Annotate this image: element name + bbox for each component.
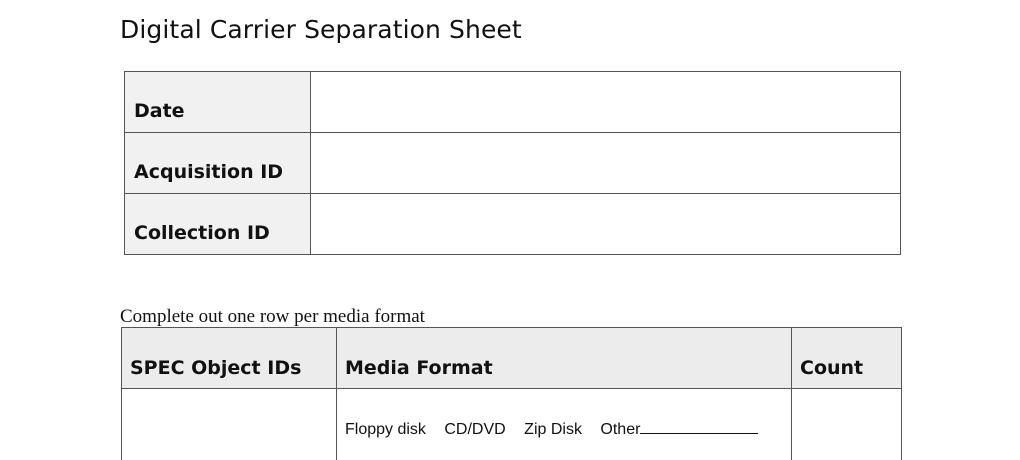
table-header-row: SPEC Object IDs Media Format Count: [121, 327, 902, 389]
acquisition-id-field[interactable]: [310, 132, 901, 194]
format-option-cd-dvd[interactable]: CD/DVD: [444, 421, 505, 438]
date-label: Date: [124, 71, 311, 133]
spec-object-ids-header: SPEC Object IDs: [121, 327, 337, 389]
table-row: Acquisition ID: [124, 132, 901, 194]
media-table: SPEC Object IDs Media Format Count Flopp…: [121, 327, 902, 460]
info-table: Date Acquisition ID Collection ID: [124, 71, 901, 255]
instructions-text: Complete out one row per media format: [120, 306, 425, 327]
format-option-zip-disk[interactable]: Zip Disk: [524, 421, 582, 438]
format-options: Floppy disk CD/DVD Zip Disk Other: [337, 389, 791, 439]
spec-object-ids-cell[interactable]: [121, 388, 337, 460]
media-format-header: Media Format: [336, 327, 792, 389]
media-format-cell: Floppy disk CD/DVD Zip Disk Other: [336, 388, 792, 460]
date-field[interactable]: [310, 71, 901, 133]
acquisition-id-label: Acquisition ID: [124, 132, 311, 194]
format-option-floppy-disk[interactable]: Floppy disk: [345, 421, 426, 438]
format-option-other[interactable]: Other: [600, 421, 640, 438]
table-row: Date: [124, 71, 901, 133]
count-cell[interactable]: [791, 388, 902, 460]
collection-id-field[interactable]: [310, 193, 901, 255]
page-title: Digital Carrier Separation Sheet: [120, 15, 522, 44]
count-header: Count: [791, 327, 902, 389]
table-row: Collection ID: [124, 193, 901, 255]
table-row: Floppy disk CD/DVD Zip Disk Other: [121, 388, 902, 460]
other-fill-line[interactable]: [640, 420, 759, 434]
collection-id-label: Collection ID: [124, 193, 311, 255]
